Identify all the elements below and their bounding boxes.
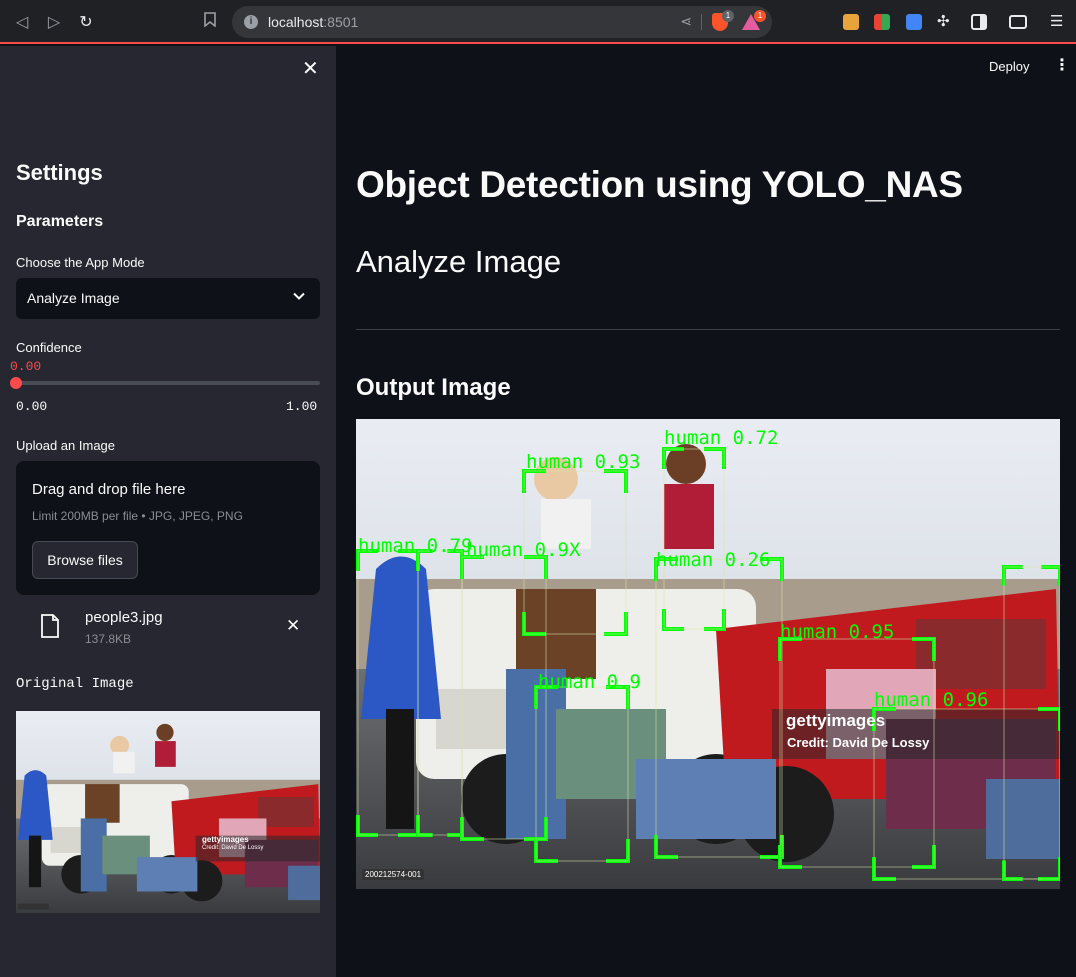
close-sidebar-icon[interactable]: ✕ — [302, 58, 319, 78]
address-bar[interactable]: i localhost:8501 ⋖ 1 1 — [232, 6, 772, 38]
share-icon[interactable]: ⋖ — [680, 13, 692, 30]
extensions-puzzle-icon[interactable]: ✣ — [937, 12, 950, 30]
forward-icon[interactable]: ▷ — [44, 12, 64, 32]
detection-label: human 0.96 — [874, 689, 989, 711]
slider-min-label: 0.00 — [16, 399, 48, 414]
sidebar-toggle-icon[interactable] — [971, 14, 987, 30]
output-image: gettyimages Credit: David De Lossy 20021… — [356, 419, 1060, 889]
slider-max-label: 1.00 — [286, 399, 318, 414]
upload-label: Upload an Image — [16, 438, 116, 453]
original-image-label: Original Image — [16, 676, 134, 692]
sidebar-title: Settings — [16, 160, 103, 185]
back-icon[interactable]: ◁ — [12, 12, 32, 32]
confidence-slider-thumb[interactable] — [10, 377, 22, 389]
detection-label: human 0.9X — [466, 539, 581, 561]
divider — [701, 14, 702, 30]
browse-files-button[interactable]: Browse files — [32, 541, 138, 579]
detection-label: human 0.9 — [538, 671, 641, 693]
app-mode-select[interactable]: Analyze Image — [16, 278, 320, 319]
uploaded-file-size: 137.8KB — [85, 632, 132, 646]
image-credit: Credit: David De Lossy — [787, 735, 930, 750]
original-image: gettyimages Credit: David De Lossy — [16, 711, 320, 913]
dropzone-limit: Limit 200MB per file • JPG, JPEG, PNG — [32, 509, 243, 523]
detection-label: human 0.93 — [526, 451, 641, 473]
detection-label: human 0.26 — [656, 549, 771, 571]
file-dropzone[interactable]: Drag and drop file here Limit 200MB per … — [16, 461, 320, 595]
output-heading: Output Image — [356, 374, 511, 401]
thumb-watermark: gettyimages — [202, 835, 249, 844]
menu-icon[interactable]: ☰ — [1050, 12, 1063, 30]
detection-label: human 0.72 — [664, 427, 779, 449]
divider — [356, 329, 1060, 330]
site-info-icon[interactable]: i — [244, 15, 258, 29]
detection-label: human 0.79 — [358, 535, 473, 557]
shield-count: 1 — [722, 10, 734, 22]
image-id: 200212574-001 — [362, 869, 425, 880]
deploy-button[interactable]: Deploy — [989, 59, 1029, 74]
bookmark-icon[interactable] — [200, 12, 220, 32]
confidence-slider-track[interactable] — [16, 381, 320, 385]
uploaded-file-name: people3.jpg — [85, 609, 163, 626]
page-subtitle: Analyze Image — [356, 244, 562, 279]
confidence-label: Confidence — [16, 340, 82, 355]
browser-toolbar: ◁ ▷ ↻ i localhost:8501 ⋖ 1 1 ✣ ☰ — [0, 0, 1076, 44]
image-watermark: gettyimages — [786, 711, 886, 730]
url-text: localhost:8501 — [268, 14, 358, 30]
wallet-icon[interactable] — [1009, 15, 1027, 29]
parameters-heading: Parameters — [16, 213, 104, 230]
more-options-icon[interactable]: ⋮ — [1054, 58, 1070, 74]
reload-icon[interactable]: ↻ — [76, 12, 96, 32]
page-title: Object Detection using YOLO_NAS — [356, 164, 963, 205]
extension-google-icon[interactable] — [906, 14, 922, 30]
url-port: :8501 — [323, 14, 359, 30]
confidence-value: 0.00 — [10, 359, 42, 374]
rewards-count: 1 — [754, 10, 766, 22]
url-host: localhost — [268, 14, 324, 30]
file-icon — [41, 614, 59, 638]
mode-label: Choose the App Mode — [16, 255, 145, 270]
extension-save-icon[interactable] — [843, 14, 859, 30]
extension-translate-icon[interactable] — [874, 14, 890, 30]
app-mode-value: Analyze Image — [27, 290, 120, 306]
detection-label: human 0.95 — [780, 621, 895, 643]
remove-file-icon[interactable]: ✕ — [286, 616, 300, 636]
dropzone-title: Drag and drop file here — [32, 481, 186, 498]
chevron-down-icon — [293, 292, 305, 300]
thumb-credit: Credit: David De Lossy — [202, 845, 264, 851]
